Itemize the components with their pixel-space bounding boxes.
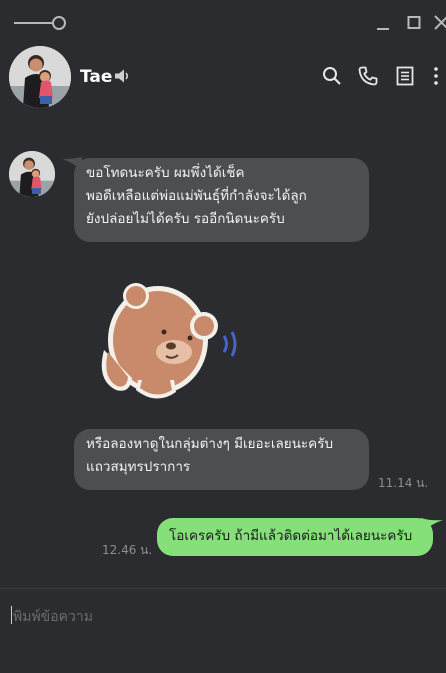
chat-header: Tae — [0, 44, 446, 110]
contact-avatar[interactable] — [9, 46, 71, 108]
brown-bear-sticker[interactable] — [96, 280, 246, 412]
bubble-tail — [421, 518, 443, 532]
search-icon[interactable] — [322, 66, 342, 86]
close-icon[interactable] — [434, 12, 446, 32]
message-bubble-incoming[interactable]: ขอโทดนะครับ ผมพึ่งได้เช็ค พอดีเหลือแต่พ่… — [74, 158, 369, 242]
message-input-placeholder[interactable]: พิมพ์ข้อความ — [13, 606, 93, 628]
message-list[interactable]: ขอโทดนะครับ ผมพึ่งได้เช็ค พอดีเหลือแต่พ่… — [0, 110, 446, 588]
message-bubble-incoming[interactable]: หรือลองหาดูในกลุ่มต่างๆ มีเยอะเลยนะครับ … — [74, 429, 369, 490]
notes-icon[interactable] — [396, 66, 414, 86]
message-timestamp: 12.46 น. — [102, 543, 153, 557]
message-bubble-outgoing[interactable]: โอเครครับ ถ้ามีแล้วติดต่อมาได้เลยนะครับ — [157, 518, 433, 556]
title-bar — [0, 0, 446, 44]
maximize-icon[interactable] — [407, 12, 421, 32]
pin-icon[interactable] — [14, 14, 68, 32]
minimize-icon[interactable] — [376, 12, 390, 32]
text-caret — [11, 606, 12, 624]
more-icon[interactable] — [432, 66, 440, 86]
message-composer[interactable]: พิมพ์ข้อความ — [0, 588, 446, 673]
speaker-icon[interactable] — [114, 68, 130, 84]
phone-icon[interactable] — [358, 66, 378, 86]
sender-avatar[interactable] — [9, 151, 55, 197]
contact-name[interactable]: Tae — [80, 67, 112, 87]
message-timestamp: 11.14 น. — [378, 476, 429, 490]
